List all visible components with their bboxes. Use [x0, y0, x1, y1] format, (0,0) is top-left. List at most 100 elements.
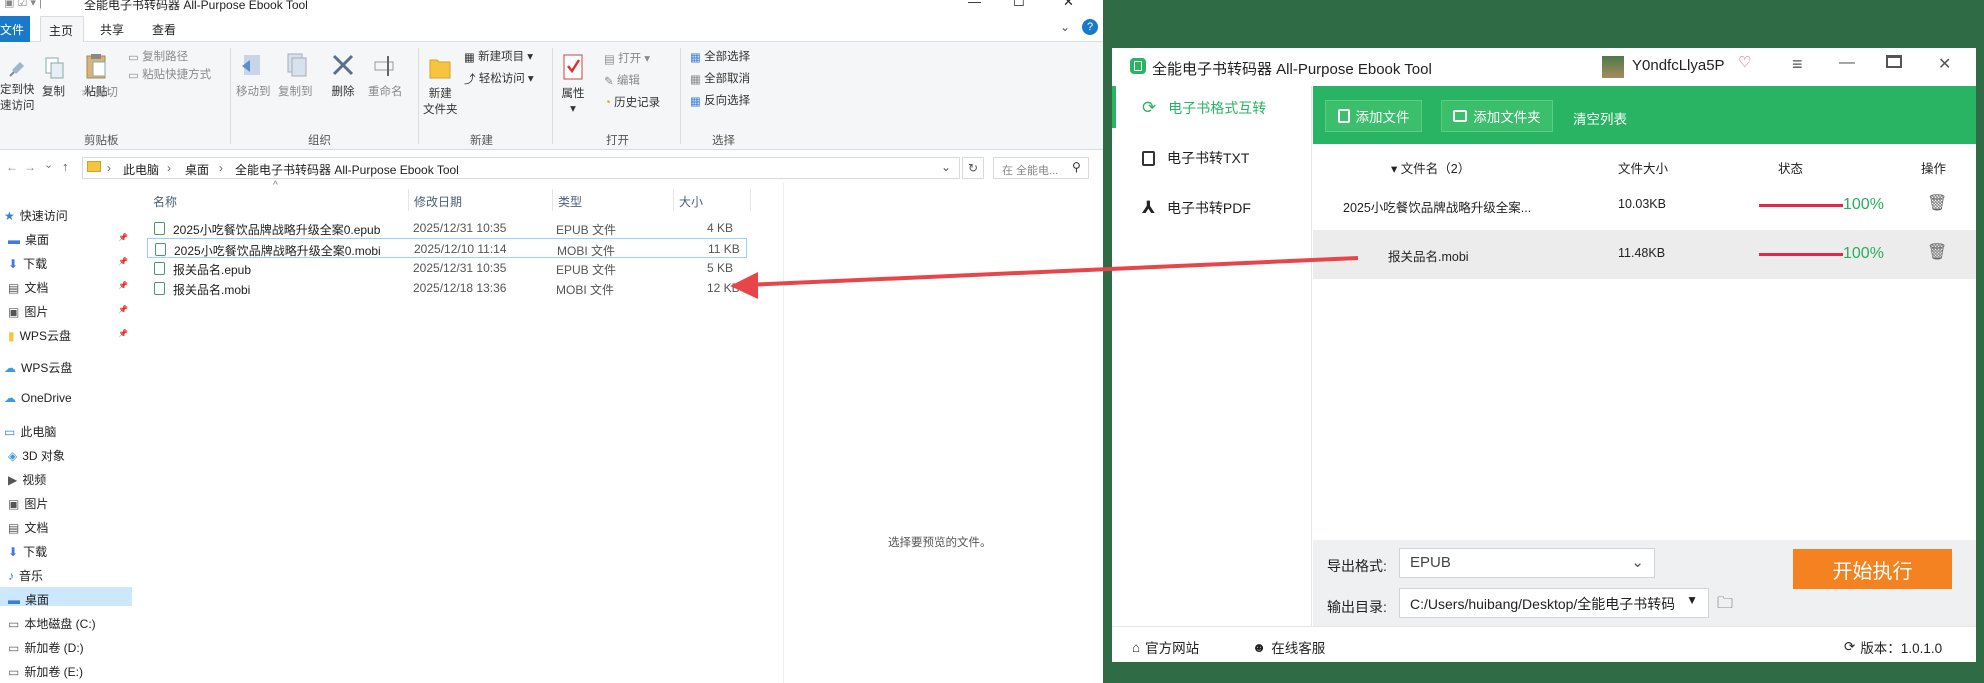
- start-execute-button[interactable]: 开始执行: [1793, 549, 1952, 589]
- select-none-button[interactable]: ▦ 全部取消: [690, 70, 750, 86]
- tab-view[interactable]: 查看: [152, 21, 176, 38]
- nav-item[interactable]: ★ 快速访问: [4, 207, 68, 224]
- add-folder-icon: [1453, 110, 1468, 122]
- minimize-icon[interactable]: —: [1839, 54, 1855, 72]
- breadcrumb-current-folder[interactable]: 全能电子书转码器 All-Purpose Ebook Tool: [235, 161, 459, 178]
- invert-selection-button[interactable]: ▦ 反向选择: [690, 92, 750, 108]
- nav-item[interactable]: ☁ WPS云盘: [4, 359, 72, 376]
- trash-icon[interactable]: 🗑: [1927, 193, 1947, 213]
- nav-item[interactable]: ⬇ 下载: [8, 543, 47, 560]
- export-format-select[interactable]: EPUB ⌄: [1399, 548, 1655, 578]
- edit-button[interactable]: ✎ 编辑: [604, 72, 640, 88]
- address-dropdown-icon[interactable]: ⌄: [941, 160, 951, 174]
- sidebar-item-format-convert[interactable]: ⟳ 电子书格式互转: [1142, 98, 1266, 118]
- pin-icon[interactable]: 📌: [118, 305, 128, 314]
- column-size[interactable]: 大小: [679, 193, 703, 210]
- properties-check-icon: [563, 54, 583, 80]
- delete-button[interactable]: 删除: [330, 52, 356, 99]
- new-item-button[interactable]: ▦ 新建项目 ▾: [464, 48, 533, 64]
- pin-icon[interactable]: 📌: [118, 329, 128, 338]
- tab-file[interactable]: 文件: [0, 16, 30, 42]
- address-bar[interactable]: › 此电脑 › 桌面 › 全能电子书转码器 All-Purpose Ebook …: [82, 157, 960, 179]
- online-service-link[interactable]: ☻ 在线客服: [1252, 637, 1325, 657]
- properties-button[interactable]: 属性 ▾: [560, 52, 586, 115]
- help-icon[interactable]: ?: [1082, 19, 1098, 35]
- nav-item[interactable]: ▭ 新加卷 (D:): [8, 639, 84, 656]
- nav-item[interactable]: ▣ 图片: [8, 495, 48, 512]
- output-dir-select[interactable]: C:/Users/huibang/Desktop/全能电子书转码器 All-Pu…: [1399, 588, 1709, 618]
- nav-item[interactable]: ▭ 本地磁盘 (C:): [8, 615, 96, 632]
- column-type[interactable]: 类型: [558, 193, 582, 210]
- copy-to-button[interactable]: 复制到: [278, 52, 313, 99]
- pin-quick-access-button[interactable]: 定到快 速访问: [0, 56, 35, 113]
- move-to-button[interactable]: 移动到: [236, 52, 271, 99]
- table-row[interactable]: 报关品名.mobi 11.48KB 100% 🗑: [1313, 230, 1976, 279]
- close-icon[interactable]: ✕: [1063, 0, 1074, 10]
- new-folder-button[interactable]: 新建 文件夹: [423, 52, 458, 117]
- ribbon-collapse-icon[interactable]: ⌄: [1060, 20, 1070, 34]
- file-row[interactable]: 报关品名.epub 2025/12/31 10:35 EPUB 文件 5 KB: [147, 258, 747, 278]
- nav-item[interactable]: ▬ 桌面: [8, 231, 49, 248]
- file-row[interactable]: 2025小吃餐饮品牌战略升级全案0.epub 2025/12/31 10:35 EP…: [147, 218, 747, 238]
- star-icon: ★: [4, 208, 15, 223]
- breadcrumb-this-pc[interactable]: 此电脑: [123, 161, 159, 178]
- nav-item[interactable]: ▤ 文档: [8, 279, 48, 296]
- file-row[interactable]: 报关品名.mobi 2025/12/18 13:36 MOBI 文件 12 KB: [147, 278, 747, 298]
- vip-heart-icon[interactable]: ♡: [1738, 53, 1751, 71]
- open-button[interactable]: ▤ 打开 ▾: [604, 50, 650, 66]
- nav-item[interactable]: ♪ 音乐: [8, 567, 43, 584]
- tab-home[interactable]: 主页: [40, 16, 84, 42]
- maximize-icon[interactable]: ☐: [1013, 0, 1025, 10]
- official-site-link[interactable]: ⌂ 官方网站: [1132, 637, 1199, 657]
- quick-access-toolbar-icons[interactable]: ▣ ☑ ▾ |: [4, 0, 42, 9]
- nav-item[interactable]: ◈ 3D 对象: [8, 447, 65, 464]
- select-all-button[interactable]: ▦ 全部选择: [690, 48, 750, 64]
- file-row[interactable]: 2025小吃餐饮品牌战略升级全案0.mobi 2025/12/10 11:14 MO…: [147, 238, 747, 258]
- open-folder-icon[interactable]: 🗀: [1717, 592, 1733, 619]
- breadcrumb-desktop[interactable]: 桌面: [185, 161, 209, 178]
- paste-shortcut-icon: ▭: [128, 69, 139, 82]
- sort-name-column-header[interactable]: ▾ 文件名（2）: [1391, 158, 1470, 177]
- clear-list-button[interactable]: 清空列表: [1573, 108, 1627, 128]
- back-icon[interactable]: ←: [6, 160, 18, 174]
- nav-item[interactable]: ▤ 文档: [8, 519, 48, 536]
- minimize-icon[interactable]: —: [968, 0, 981, 9]
- nav-item[interactable]: ▣ 图片: [8, 303, 48, 320]
- search-input[interactable]: 在 全能电... ⚲: [993, 157, 1089, 179]
- easy-access-button[interactable]: ⤴ 轻松访问 ▾: [464, 70, 534, 87]
- menu-icon[interactable]: ≡: [1792, 54, 1803, 75]
- close-icon[interactable]: ✕: [1938, 54, 1951, 74]
- sidebar-item-to-txt[interactable]: 电子书转TXT: [1142, 148, 1249, 168]
- paste-shortcut-button[interactable]: ▭ 粘贴快捷方式: [128, 66, 211, 82]
- nav-item[interactable]: ☁ OneDrive: [4, 391, 72, 405]
- copy-path-button[interactable]: ▭ 复制路径: [128, 48, 188, 64]
- table-row[interactable]: 2025小吃餐饮品牌战略升级全案... 10.03KB 100% 🗑: [1313, 181, 1976, 230]
- tab-share[interactable]: 共享: [100, 21, 124, 38]
- nav-item[interactable]: ▭ 新加卷 (E:): [8, 663, 83, 680]
- nav-item[interactable]: ▬ 桌面: [8, 591, 49, 608]
- add-file-button[interactable]: 添加文件: [1325, 100, 1422, 132]
- column-name[interactable]: 名称: [153, 193, 177, 210]
- up-icon[interactable]: ↑: [62, 159, 69, 174]
- forward-icon[interactable]: →: [24, 160, 36, 174]
- add-folder-button[interactable]: 添加文件夹: [1441, 100, 1553, 132]
- history-button[interactable]: ◔ 历史记录: [604, 94, 660, 110]
- rename-button[interactable]: 重命名: [368, 52, 403, 99]
- column-date[interactable]: 修改日期: [414, 193, 462, 210]
- maximize-icon[interactable]: [1886, 55, 1902, 68]
- nav-item[interactable]: ⬇ 下载: [8, 255, 47, 272]
- refresh-icon[interactable]: ↻: [962, 157, 984, 179]
- nav-item[interactable]: ▭ 此电脑: [4, 423, 56, 440]
- recent-locations-icon[interactable]: ⌄: [44, 158, 53, 171]
- pin-icon[interactable]: 📌: [118, 257, 128, 266]
- nav-item[interactable]: ▮ WPS云盘: [8, 327, 71, 344]
- pin-icon[interactable]: 📌: [118, 233, 128, 242]
- scissors-icon: ✂: [82, 87, 92, 100]
- nav-item[interactable]: ▶ 视频: [8, 471, 46, 488]
- sidebar-item-to-pdf[interactable]: ⅄ 电子书转PDF: [1142, 198, 1251, 218]
- cut-button[interactable]: ✂ 剪切: [82, 84, 118, 100]
- trash-icon[interactable]: 🗑: [1927, 242, 1947, 262]
- avatar[interactable]: [1602, 56, 1624, 78]
- pin-icon[interactable]: 📌: [118, 281, 128, 290]
- copy-button[interactable]: 复制: [42, 56, 65, 99]
